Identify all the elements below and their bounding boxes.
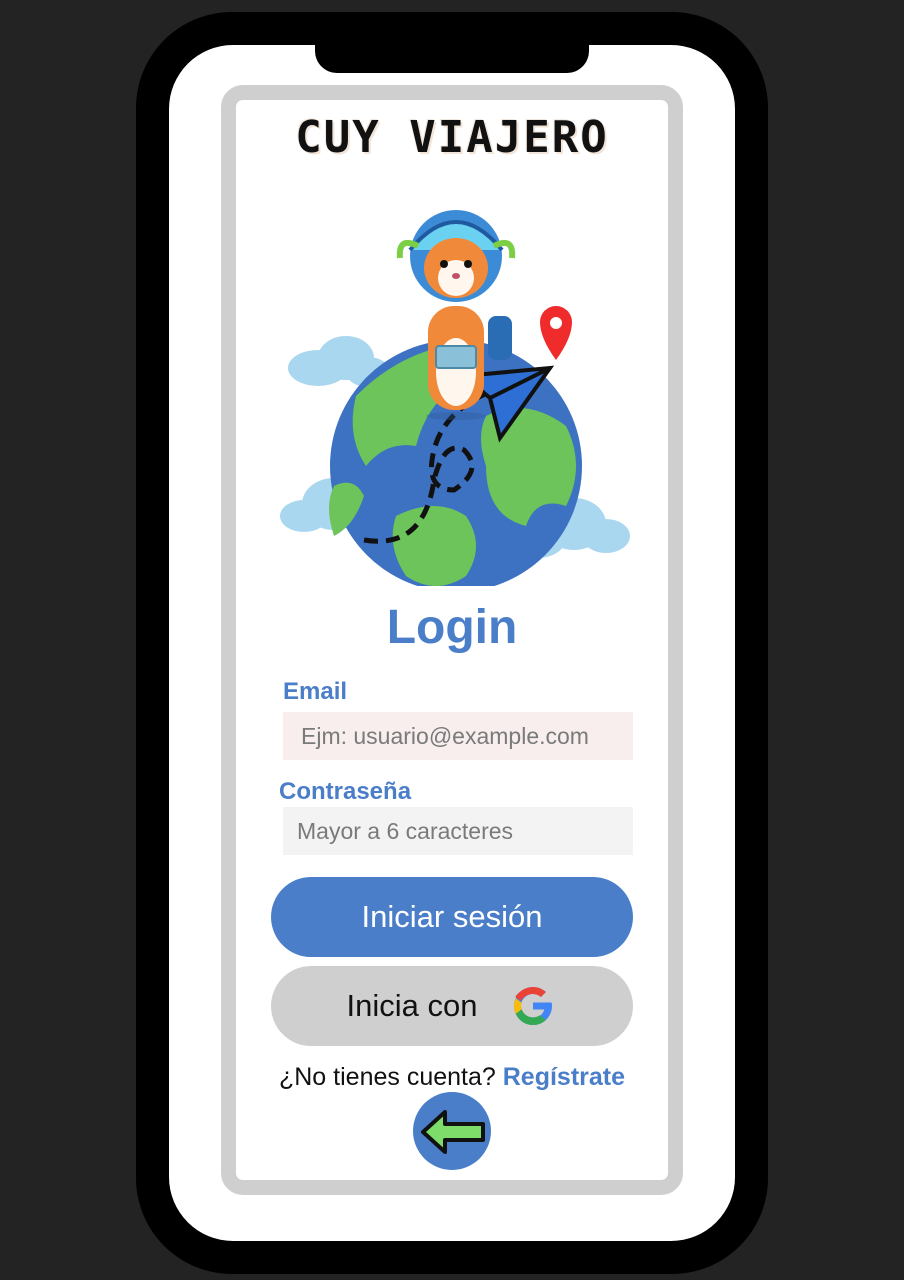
google-g-icon — [514, 987, 554, 1025]
signup-prompt: ¿No tienes cuenta? Regístrate — [236, 1063, 668, 1092]
login-card: CUY VIAJERO Login Email Ejm: usuario@exa… — [221, 85, 683, 1195]
signup-prompt-text: ¿No tienes cuenta? — [278, 1063, 496, 1091]
google-login-button-label: Inicia con — [346, 988, 478, 1023]
email-label: Email — [283, 678, 348, 705]
guinea-pig-on-globe-illustration — [280, 210, 630, 586]
password-input[interactable] — [283, 807, 633, 855]
signup-link[interactable]: Regístrate — [503, 1063, 625, 1091]
google-login-button[interactable]: Inicia con — [271, 966, 633, 1046]
login-button[interactable]: Iniciar sesión — [271, 877, 633, 957]
phone-frame: CUY VIAJERO Login Email Ejm: usuario@exa… — [136, 12, 768, 1274]
app-logo-text: CUY VIAJERO — [295, 112, 609, 163]
password-label: Contraseña — [279, 778, 412, 805]
email-input[interactable] — [283, 712, 633, 760]
back-arrow-icon[interactable] — [413, 1092, 491, 1170]
login-button-label: Iniciar sesión — [361, 899, 543, 934]
phone-screen: CUY VIAJERO Login Email Ejm: usuario@exa… — [169, 45, 735, 1241]
phone-notch — [315, 45, 589, 73]
login-title: Login — [386, 601, 518, 654]
